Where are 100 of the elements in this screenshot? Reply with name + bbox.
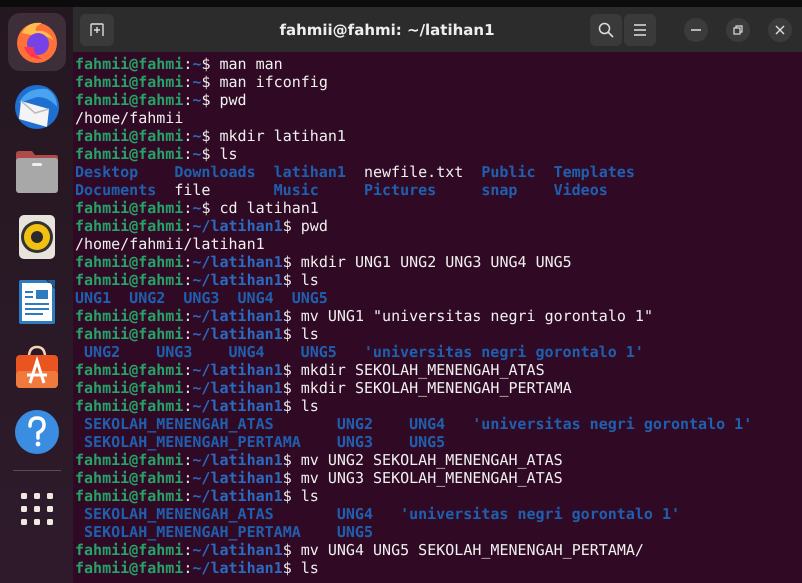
prompt-colon: : [183,145,192,163]
directory-name: Music [274,181,319,199]
command-text: $ mkdir latihan1 [201,127,346,145]
prompt-user: fahmii@fahmi [75,91,184,109]
directory-name: Public [481,163,536,181]
prompt-colon: : [183,217,192,235]
restore-button[interactable] [726,18,750,42]
prompt-user: fahmii@fahmi [75,469,184,487]
prompt-user: fahmii@fahmi [75,541,184,559]
directory-name: UNG5 [300,343,337,361]
prompt-colon: : [183,55,192,73]
restore-icon [733,24,743,34]
window-title: fahmii@fahmi: ~/latihan1 [278,20,496,38]
prompt-path: ~/latihan1 [192,541,283,559]
help-icon [14,409,60,455]
directory-name: UNG3 [156,343,192,361]
output-text: /home/fahmii [75,109,184,127]
shopping-bag-icon [14,345,60,389]
prompt-user: fahmii@fahmi [75,379,184,397]
command-text: $ ls [282,271,319,289]
speaker-icon [18,214,56,260]
directory-name: latihan1 [274,163,346,181]
directory-name: Documents [75,181,156,199]
directory-name: Templates [554,163,635,181]
prompt-colon: : [183,397,192,415]
directory-name: UNG2 [84,343,120,361]
prompt-colon: : [183,253,192,271]
command-text: $ pwd [282,217,328,235]
prompt-colon: : [183,361,192,379]
prompt-path: ~/latihan1 [192,307,283,325]
prompt-user: fahmii@fahmi [75,145,184,163]
command-text: $ mv UNG3 SEKOLAH_MENENGAH_ATAS [282,469,563,487]
prompt-path: ~ [192,145,202,163]
command-text: $ mv UNG2 SEKOLAH_MENENGAH_ATAS [282,451,563,469]
close-icon [775,24,785,34]
search-icon [598,22,614,38]
directory-name: UNG5 [409,433,446,451]
directory-name: Pictures [364,181,436,199]
command-text: $ mv UNG1 "universitas negri gorontalo 1" [282,307,653,325]
prompt-path: ~/latihan1 [192,379,283,397]
prompt-colon: : [183,127,192,145]
directory-name: UNG2 [129,289,166,307]
minimize-icon [691,28,701,30]
prompt-path: ~ [192,199,202,217]
prompt-path: ~/latihan1 [192,217,283,235]
prompt-user: fahmii@fahmi [75,55,184,73]
prompt-user: fahmii@fahmi [75,307,184,325]
directory-name: 'universitas negri gorontalo 1' [400,505,680,523]
directory-name: 'universitas negri gorontalo 1' [472,415,752,433]
command-text: $ mkdir SEKOLAH_MENENGAH_PERTAMA [282,379,572,397]
prompt-user: fahmii@fahmi [75,127,184,145]
directory-name: Desktop [75,163,138,181]
prompt-path: ~/latihan1 [192,271,283,289]
prompt-user: fahmii@fahmi [75,325,184,343]
directory-name: UNG3 [336,433,373,451]
new-tab-button[interactable] [80,14,114,46]
prompt-colon: : [183,541,192,559]
prompt-colon: : [183,199,192,217]
directory-name: Downloads [174,163,256,181]
prompt-colon: : [183,469,192,487]
dock-item[interactable] [8,13,66,71]
minimize-button[interactable] [684,18,708,42]
menu-icon [633,24,647,36]
prompt-colon: : [183,379,192,397]
directory-name: snap [481,181,518,199]
command-text: $ cd latihan1 [201,199,319,217]
file-name: file [174,181,210,199]
folder-icon [14,150,60,194]
prompt-colon: : [183,559,192,577]
directory-name: Videos [554,181,608,199]
command-text: $ ls [282,487,319,505]
prompt-colon: : [183,91,192,109]
file-name: newfile.txt [364,163,464,181]
prompt-colon: : [183,451,192,469]
directory-name: UNG4 [228,343,265,361]
command-text: $ ls [282,325,319,343]
prompt-path: ~ [192,91,202,109]
directory-name: UNG1 [75,289,112,307]
mail-bird-icon [12,83,60,131]
directory-name: UNG5 [336,523,373,541]
prompt-path: ~/latihan1 [192,325,283,343]
prompt-user: fahmii@fahmi [75,451,184,469]
new-tab-icon [90,22,104,36]
prompt-path: ~ [192,55,202,73]
prompt-user: fahmii@fahmi [75,559,184,577]
prompt-user: fahmii@fahmi [75,253,184,271]
search-button[interactable] [590,14,622,46]
menu-button[interactable] [624,14,656,46]
directory-name: UNG2 [336,415,373,433]
command-text: $ ls [282,397,319,415]
prompt-colon: : [183,73,192,91]
directory-name: UNG3 [183,289,220,307]
prompt-user: fahmii@fahmi [75,199,184,217]
prompt-path: ~/latihan1 [192,469,283,487]
command-text: $ mkdir UNG1 UNG2 UNG3 UNG4 UNG5 [282,253,572,271]
close-button[interactable] [768,18,792,42]
prompt-path: ~/latihan1 [192,451,283,469]
directory-name: UNG5 [292,289,328,307]
directory-name: SEKOLAH_MENENGAH_PERTAMA [84,523,301,541]
prompt-user: fahmii@fahmi [75,361,184,379]
